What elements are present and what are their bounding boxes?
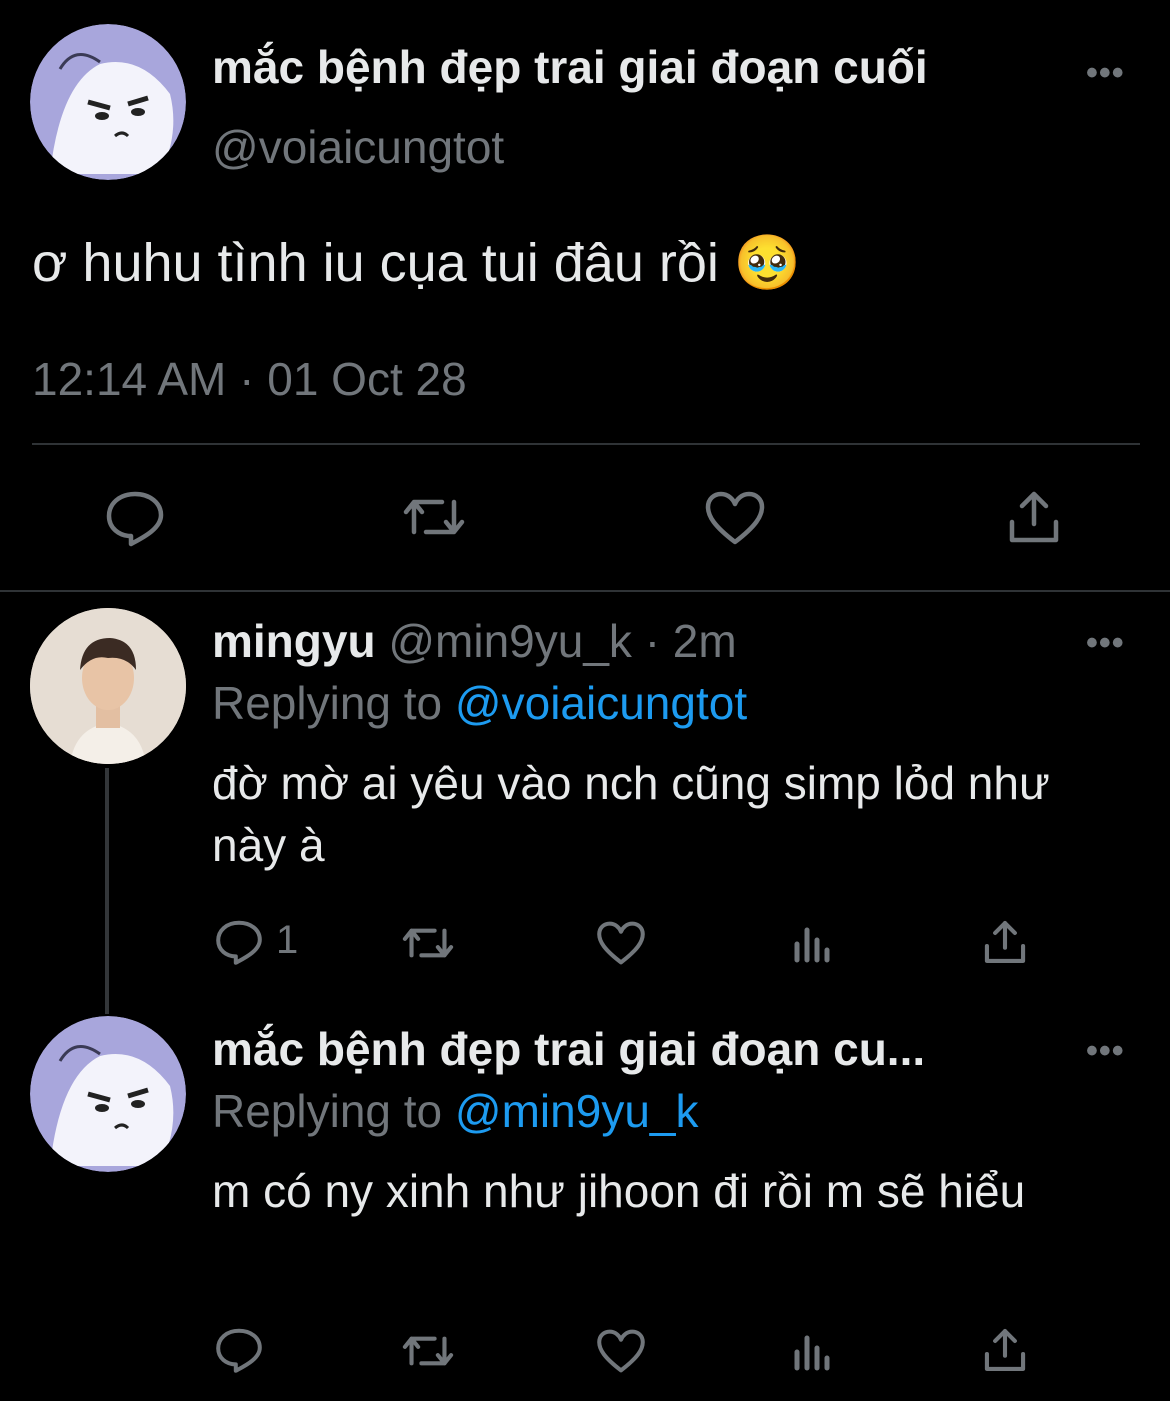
more-options-icon[interactable]: ••• <box>1086 1032 1125 1071</box>
section-divider <box>0 590 1170 592</box>
divider <box>32 443 1140 445</box>
avatar-min9yu_k[interactable] <box>30 608 186 764</box>
reply-icon[interactable] <box>214 1326 264 1374</box>
like-icon[interactable] <box>596 920 646 966</box>
reply-text: m có ny xinh như jihoon đi rồi m sẽ hiểu <box>212 1165 1026 1217</box>
replying-to-line: Replying to @min9yu_k <box>212 1084 699 1138</box>
like-icon[interactable] <box>704 490 766 546</box>
avatar-voiaicungtot[interactable] <box>30 1016 186 1172</box>
replying-to-label: Replying to <box>212 1085 443 1137</box>
share-icon[interactable] <box>1006 488 1062 546</box>
thread-line <box>105 768 109 1014</box>
reply-display-name[interactable]: mingyu <box>212 615 376 667</box>
main-tweet-text: ơ huhu tình iu cụa tui đâu rồi 🥹 <box>32 232 801 294</box>
more-options-icon[interactable]: ••• <box>1086 54 1125 93</box>
reply-header: mingyu @min9yu_k · 2m <box>212 614 737 668</box>
pleading-face-icon: 🥹 <box>733 233 802 293</box>
analytics-icon[interactable] <box>792 1330 834 1372</box>
share-icon[interactable] <box>982 1326 1028 1374</box>
reply-text: đờ mờ ai yêu vào nch cũng simp lỏd như n… <box>212 757 1050 871</box>
replying-to-link[interactable]: @min9yu_k <box>455 1085 699 1137</box>
reply-handle[interactable]: @min9yu_k <box>388 615 632 667</box>
reply-time[interactable]: · 2m <box>645 615 737 667</box>
like-icon[interactable] <box>596 1328 646 1374</box>
main-handle[interactable]: @voiaicungtot <box>212 120 504 174</box>
main-tweet-text-content: ơ huhu tình iu cụa tui đâu rồi <box>32 233 719 293</box>
retweet-icon[interactable] <box>400 492 468 542</box>
analytics-icon[interactable] <box>792 922 834 964</box>
replying-to-label: Replying to <box>212 677 443 729</box>
retweet-icon[interactable] <box>400 1330 456 1372</box>
retweet-icon[interactable] <box>400 922 456 964</box>
reply-count: 1 <box>276 918 299 962</box>
reply-icon[interactable] <box>104 488 166 548</box>
share-icon[interactable] <box>982 918 1028 966</box>
more-options-icon[interactable]: ••• <box>1086 624 1125 663</box>
main-timestamp[interactable]: 12:14 AM · 01 Oct 28 <box>32 352 467 406</box>
main-display-name[interactable]: mắc bệnh đẹp trai giai đoạn cuối <box>212 40 928 94</box>
reply-icon[interactable] <box>214 918 264 966</box>
avatar-voiaicungtot[interactable] <box>30 24 186 180</box>
replying-to-line: Replying to @voiaicungtot <box>212 676 747 730</box>
reply-display-name[interactable]: mắc bệnh đẹp trai giai đoạn cu... <box>212 1022 925 1076</box>
replying-to-link[interactable]: @voiaicungtot <box>455 677 747 729</box>
